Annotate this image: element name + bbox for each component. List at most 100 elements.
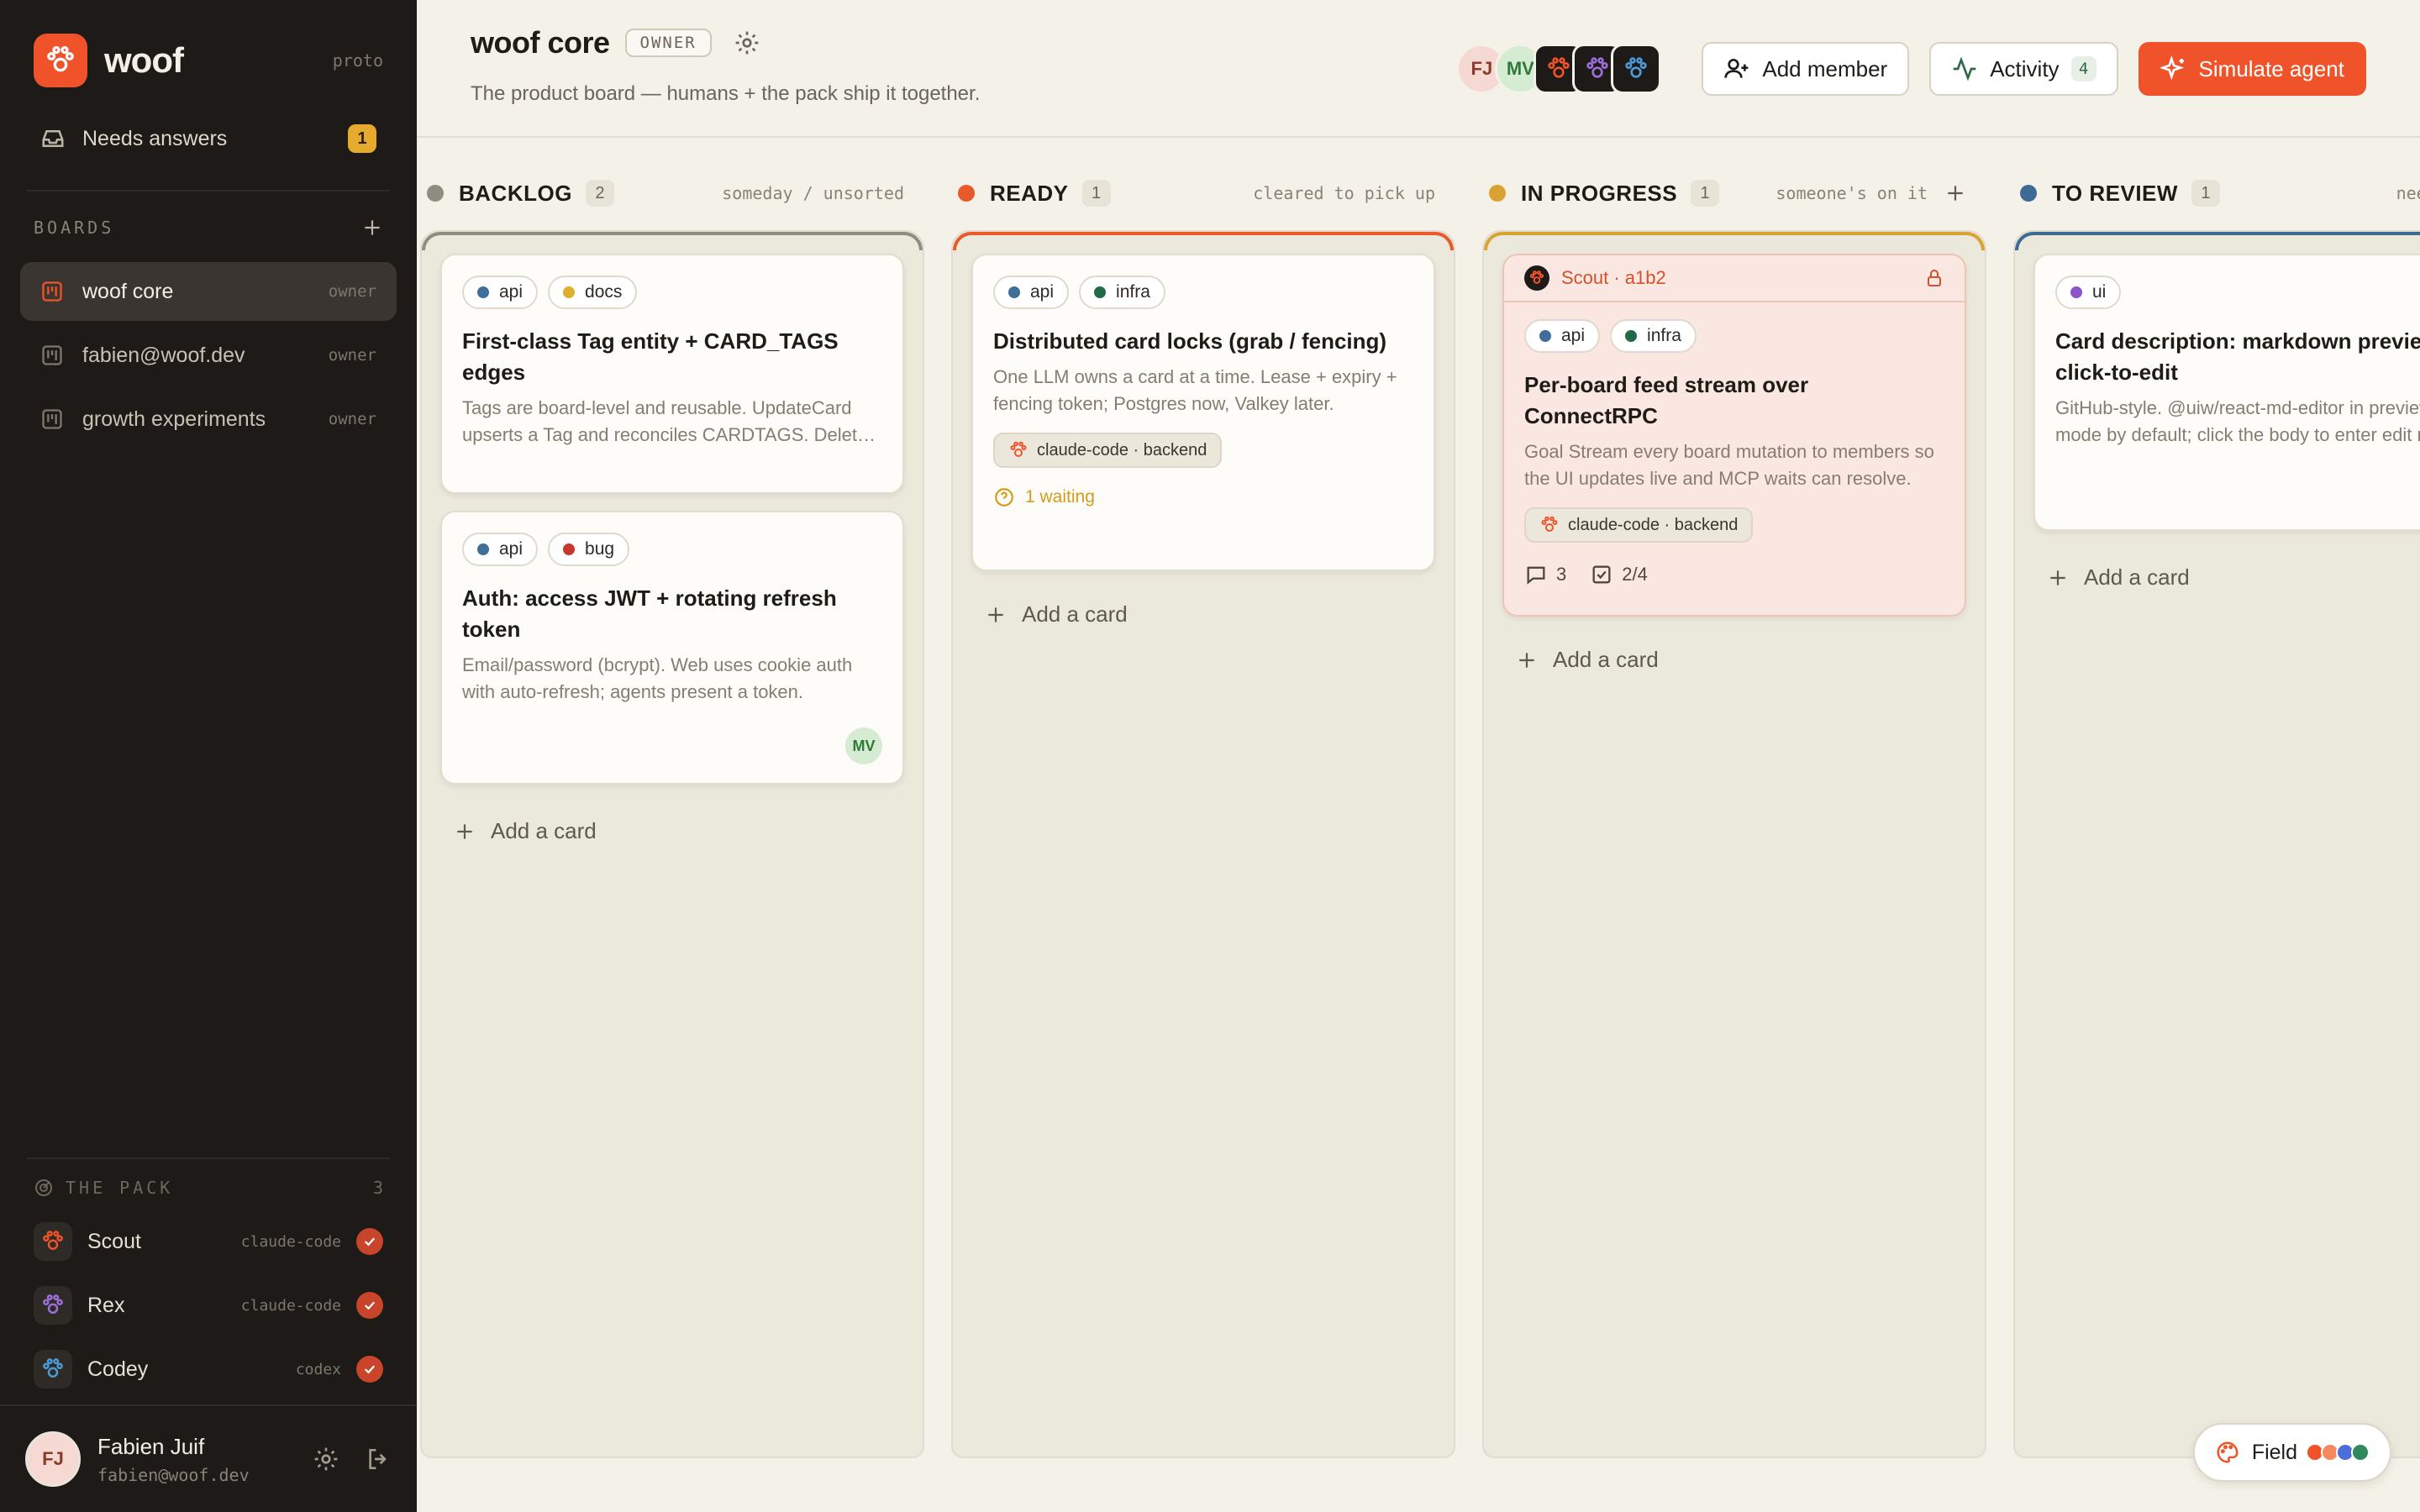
card-title: Per-board feed stream over ConnectRPC xyxy=(1524,372,1809,428)
plus-icon xyxy=(457,823,472,839)
card[interactable]: api docs First-class Tag entity + CARD_T… xyxy=(440,254,904,494)
tag-dot xyxy=(563,286,576,298)
needs-answers-link[interactable]: Needs answers 1 xyxy=(20,113,397,165)
boards-label: BOARDS xyxy=(34,218,115,238)
add-card-button[interactable]: Add a card xyxy=(454,818,597,844)
page-title: woof core xyxy=(471,25,610,60)
sidebar-board-fabien[interactable]: fabien@woof.dev owner xyxy=(20,326,397,385)
card-lock-bar: Scout · a1b2 xyxy=(1504,255,1965,302)
add-card-label: Add a card xyxy=(1553,647,1659,672)
settings-gear-icon[interactable] xyxy=(313,1446,339,1473)
user-bar: FJ Fabien Juif fabien@woof.dev xyxy=(0,1404,417,1512)
tag-dot xyxy=(477,286,489,298)
activity-count: 4 xyxy=(2070,56,2096,81)
card[interactable]: ui Card description: markdown preview → … xyxy=(2033,254,2420,531)
add-member-label: Add member xyxy=(1762,55,1888,81)
add-board-plus-icon[interactable] xyxy=(361,217,383,239)
activity-button[interactable]: Activity 4 xyxy=(1929,42,2118,96)
member-avatars: FJ MV xyxy=(1456,44,1662,94)
tag[interactable]: infra xyxy=(1079,276,1165,309)
card-title: Auth: access JWT + rotating refresh toke… xyxy=(462,585,837,642)
tag[interactable]: bug xyxy=(548,533,630,566)
card-tags: ui xyxy=(2055,276,2420,309)
online-check-icon xyxy=(356,1292,383,1319)
checklist-count[interactable]: 2/4 xyxy=(1590,563,1648,586)
simulate-agent-button[interactable]: Simulate agent xyxy=(2138,42,2366,96)
card[interactable]: api infra Distributed card locks (grab /… xyxy=(971,254,1435,571)
column-name: BACKLOG xyxy=(459,180,572,206)
online-check-icon xyxy=(356,1228,383,1255)
theme-switcher[interactable]: Field xyxy=(2192,1423,2391,1482)
add-card-label: Add a card xyxy=(1022,601,1128,627)
title-row: woof core OWNER xyxy=(471,25,760,60)
card[interactable]: api bug Auth: access JWT + rotating refr… xyxy=(440,511,904,785)
board-header: woof core OWNER The product board — huma… xyxy=(417,0,2420,138)
add-card-label: Add a card xyxy=(491,818,597,843)
tag[interactable]: api xyxy=(1524,319,1601,353)
column-name: TO REVIEW xyxy=(2052,180,2178,206)
waiting-indicator[interactable]: 1 waiting xyxy=(993,486,1413,508)
user-plus-icon xyxy=(1724,59,1749,78)
brand[interactable]: woof xyxy=(34,34,184,87)
column-header: READY 1 cleared to pick up xyxy=(958,176,1435,210)
column-hint: cleared to pick up xyxy=(1253,183,1435,203)
agent-avatar-codey[interactable] xyxy=(1611,44,1662,94)
online-check-icon xyxy=(356,1356,383,1383)
card-title: Card description: markdown preview → cli… xyxy=(2055,328,2420,385)
add-card-button[interactable]: Add a card xyxy=(985,601,1128,627)
add-card-button[interactable]: Add a card xyxy=(1516,647,1659,673)
card-assignee-avatar[interactable]: MV xyxy=(845,727,882,764)
agent-engine: claude-code xyxy=(240,1232,341,1251)
column-body: api docs First-class Tag entity + CARD_T… xyxy=(420,230,924,1458)
tag[interactable]: infra xyxy=(1610,319,1697,353)
tag[interactable]: api xyxy=(462,276,539,309)
tag[interactable]: ui xyxy=(2055,276,2122,309)
role-pill: OWNER xyxy=(624,29,712,57)
tag-label: infra xyxy=(1647,326,1681,345)
tag[interactable]: docs xyxy=(548,276,638,309)
tag-label: infra xyxy=(1116,282,1150,302)
card-description: GitHub-style. @uiw/react-md-editor in pr… xyxy=(2055,397,2420,445)
boards-header: BOARDS xyxy=(34,217,383,239)
card-description: Tags are board-level and reusable. Updat… xyxy=(462,397,874,445)
paw-icon xyxy=(43,1294,63,1314)
add-card-button[interactable]: Add a card xyxy=(2047,564,2190,591)
tag[interactable]: api xyxy=(993,276,1070,309)
tag[interactable]: api xyxy=(462,533,539,566)
tag-label: ui xyxy=(2092,282,2107,302)
lock-icon xyxy=(1928,270,1941,286)
board-role: owner xyxy=(328,346,376,365)
pack-agent-rex[interactable]: Rex claude-code xyxy=(34,1273,383,1337)
card-tags: api infra xyxy=(993,276,1413,309)
board-name: fabien@woof.dev xyxy=(82,343,245,367)
tag-dot xyxy=(1539,330,1551,342)
paw-icon xyxy=(1529,270,1544,284)
board-settings-gear-icon[interactable] xyxy=(734,29,760,56)
pack-agent-scout[interactable]: Scout claude-code xyxy=(34,1210,383,1273)
comments-count[interactable]: 3 xyxy=(1524,563,1566,586)
theme-label: Field xyxy=(2251,1440,2297,1464)
add-card-plus-icon[interactable] xyxy=(1944,182,1966,204)
logout-icon[interactable] xyxy=(365,1446,392,1473)
tag-dot xyxy=(2070,286,2082,298)
paw-icon xyxy=(1625,57,1648,78)
column-color-dot xyxy=(427,185,444,202)
column-count: 1 xyxy=(2191,180,2220,207)
paw-icon xyxy=(1541,516,1558,532)
card-locked[interactable]: Scout · a1b2 api infra Per-board feed st… xyxy=(1502,254,1966,617)
user-name: Fabien Juif xyxy=(97,1433,205,1459)
pack-agent-codey[interactable]: Codey codex xyxy=(34,1337,383,1401)
paw-icon xyxy=(1586,57,1609,78)
add-member-button[interactable]: Add member xyxy=(1702,42,1910,96)
sidebar-board-woof-core[interactable]: woof core owner xyxy=(20,262,397,321)
sidebar-board-growth[interactable]: growth experiments owner xyxy=(20,390,397,449)
card-meta: 3 2/4 xyxy=(1524,563,1944,586)
user-email: fabien@woof.dev xyxy=(97,1464,250,1485)
card-title: First-class Tag entity + CARD_TAGS edges xyxy=(462,328,839,385)
sidebar-divider xyxy=(27,1158,390,1159)
user-avatar[interactable]: FJ xyxy=(25,1431,81,1487)
paw-icon xyxy=(1548,57,1570,78)
pack-list: Scout claude-code Rex claude-code Codey … xyxy=(34,1210,383,1401)
palette-icon xyxy=(2217,1441,2238,1463)
header-actions: FJ MV Add member Activity 4 Simulate age… xyxy=(1456,42,2366,96)
